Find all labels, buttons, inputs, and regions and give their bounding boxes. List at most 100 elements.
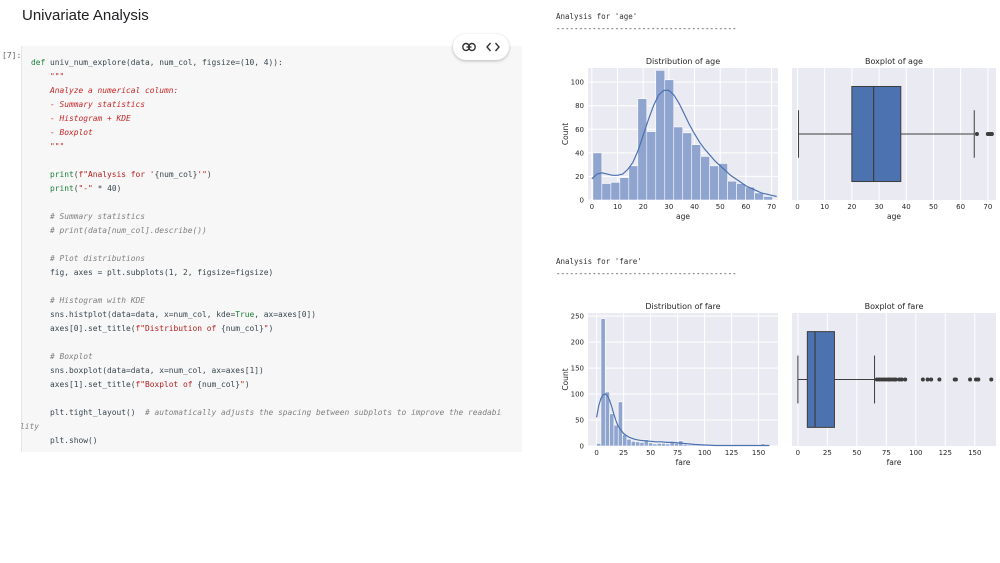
x-tick-label: 0	[594, 449, 598, 457]
code-line: def univ_num_explore(data, num_col, figs…	[31, 58, 283, 67]
x-tick-label: 60	[956, 203, 965, 211]
code-line: print("-" * 40)	[50, 184, 122, 193]
fare-boxplot-chart: 0 25 50 75 100 125 150 Boxplot of fare fare	[786, 299, 998, 472]
output-text-fare-rule: ----------------------------------------	[556, 269, 737, 278]
code-line: Analyze a numerical column:	[50, 86, 179, 95]
x-tick-label: 75	[673, 449, 682, 457]
view-code-button[interactable]	[482, 36, 504, 58]
x-axis-label: fare	[676, 458, 691, 467]
x-tick-label: 70	[767, 203, 776, 211]
y-tick-label: 150	[571, 365, 584, 373]
y-axis-label: Count	[561, 368, 570, 390]
output-text-fare-title: Analysis for 'fare'	[556, 257, 642, 266]
x-tick-label: 60	[741, 203, 750, 211]
execution-count: [7]:	[2, 51, 22, 60]
histogram-bar	[622, 434, 628, 447]
code-line: plt.show()	[31, 436, 98, 445]
histogram-bar	[613, 424, 619, 447]
histogram-bar	[648, 442, 654, 447]
outlier-point	[989, 377, 994, 382]
x-tick-label: 10	[820, 203, 829, 211]
x-tick-label: 50	[716, 203, 725, 211]
chart-title: Distribution of age	[646, 57, 720, 66]
link-icon	[462, 42, 476, 52]
y-tick-label: 40	[575, 149, 584, 157]
outlier-point	[976, 377, 981, 382]
x-tick-label: 50	[646, 449, 655, 457]
outlier-point	[968, 377, 973, 382]
histogram-bar	[630, 441, 636, 447]
outlier-point	[925, 377, 930, 382]
y-tick-label: 100	[571, 391, 584, 399]
x-tick-label: 150	[968, 449, 981, 457]
outlier-point	[974, 132, 979, 136]
histogram-bar	[736, 183, 746, 201]
histogram-bar	[639, 442, 645, 447]
code-line: # Boxplot	[50, 352, 93, 361]
code-line: print(f"Analysis for '{num_col}'")	[50, 170, 212, 179]
outlier-point	[903, 377, 908, 382]
histogram-bar	[656, 443, 662, 447]
cell-toolbar	[453, 34, 509, 60]
age-boxplot-chart: 0 10 20 30 40 50 60 70 Boxplot of age age	[786, 54, 998, 234]
histogram-bar	[687, 444, 692, 447]
x-tick-label: 0	[590, 203, 594, 211]
histogram-bar	[682, 132, 693, 201]
x-tick-label: 25	[823, 449, 832, 457]
outlier-point	[929, 377, 934, 382]
histogram-bar	[652, 443, 658, 447]
code-line: sns.histplot(data=data, x=num_col, kde=T…	[31, 310, 317, 319]
outlier-point	[937, 377, 942, 382]
code-line: # print(data[num_col].describe())	[50, 226, 207, 235]
code-line: lity	[20, 422, 40, 431]
x-tick-label: 100	[698, 449, 711, 457]
code-line: """	[50, 142, 65, 151]
outlier-point	[953, 377, 958, 382]
section-heading: Univariate Analysis	[22, 7, 149, 24]
histogram-bar	[709, 165, 719, 201]
histogram-bar	[596, 443, 602, 447]
histogram-bar	[727, 180, 737, 201]
outlier-point	[899, 377, 904, 382]
histogram-bar	[691, 144, 702, 201]
x-tick-label: 30	[875, 203, 884, 211]
box-iqr	[806, 331, 835, 428]
x-tick-label: 125	[725, 449, 738, 457]
y-tick-label: 200	[571, 339, 584, 347]
x-tick-label: 150	[752, 449, 765, 457]
histogram-bar	[601, 183, 612, 201]
x-axis-label: age	[676, 212, 690, 221]
code-line: axes[0].set_title(f"Distribution of {num…	[31, 324, 274, 333]
y-tick-label: 20	[575, 173, 584, 181]
histogram-bar	[664, 79, 675, 201]
code-line: plt.tight_layout() # automatically adjus…	[31, 408, 502, 417]
histogram-bar	[617, 401, 623, 447]
histogram-bar	[609, 413, 615, 447]
code-line: - Boxplot	[50, 128, 93, 137]
code-line: """	[50, 72, 65, 81]
histogram-bar	[665, 443, 671, 447]
x-tick-label: 20	[847, 203, 856, 211]
x-tick-label: 50	[929, 203, 938, 211]
box-iqr	[851, 85, 902, 183]
copy-link-button[interactable]	[458, 36, 480, 58]
histogram-bar	[637, 98, 648, 201]
y-axis-label: Count	[561, 123, 570, 145]
x-axis-label: fare	[887, 458, 902, 467]
x-tick-label: 40	[902, 203, 911, 211]
x-tick-label: 75	[882, 449, 891, 457]
code-line: # Histogram with KDE	[50, 296, 146, 305]
code-editor[interactable]: def univ_num_explore(data, num_col, figs…	[20, 56, 502, 448]
x-tick-label: 40	[690, 203, 699, 211]
histogram-bar	[610, 182, 621, 201]
code-icon	[486, 42, 500, 52]
histogram-bar	[674, 443, 679, 447]
code-cell[interactable]: def univ_num_explore(data, num_col, figs…	[20, 46, 522, 452]
histogram-bar	[661, 443, 667, 447]
y-tick-label: 0	[580, 197, 584, 205]
